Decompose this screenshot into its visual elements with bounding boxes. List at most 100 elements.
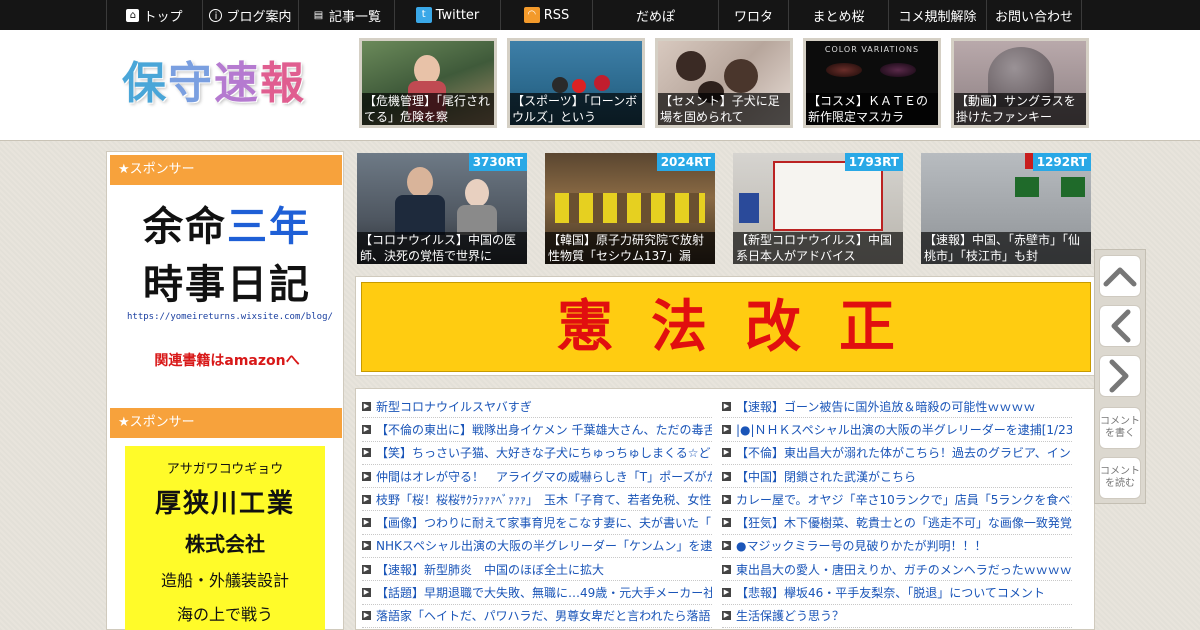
scroll-top-button[interactable]	[1099, 255, 1141, 297]
headline-link[interactable]: 【笑】ちっさい子猫、大好きな子犬にちゅっちゅしまくる☆どうぞ	[376, 444, 712, 461]
headline-row[interactable]: ▶ NHKスペシャル出演の大阪の半グレリーダー「ケンムン」を逮捕	[362, 535, 712, 559]
header-article-thumb[interactable]: 【セメント】子犬に足場を固められて	[655, 38, 793, 128]
next-article-button[interactable]	[1099, 355, 1141, 397]
nav-label: お問い合わせ	[994, 9, 1073, 25]
nav-damepo[interactable]: だめぽ	[592, 0, 718, 30]
headline-row[interactable]: ▶ 【速報】ゴーン被告に国外追放＆暗殺の可能性ｗｗｗｗ	[722, 395, 1072, 419]
headline-row[interactable]: ▶ 生活保護どう思う？	[722, 605, 1072, 628]
home-icon: ⌂	[126, 8, 140, 22]
banner-amazon-link[interactable]: 関連書籍はamazonへ	[127, 350, 327, 370]
headline-link[interactable]: 【中国】閉鎖された武漢がこちら	[736, 468, 916, 485]
headline-link[interactable]: 枝野「桜！桜桜ｻｸﾗｧｧｧﾍﾞｧｧｧ」 玉木「子育て、若者免税、女性	[376, 491, 711, 508]
header-article-thumb[interactable]: 【危機管理】「尾行されてる」危険を察	[359, 38, 497, 128]
headline-row[interactable]: ▶ 【画像】つわりに耐えて家事育児をこなす妻に、夫が書いた「ある	[362, 511, 712, 535]
headline-link[interactable]: 【画像】つわりに耐えて家事育児をこなす妻に、夫が書いた「ある	[376, 514, 712, 531]
headline-column-left: ▶ 新型コロナウイルスヤバすぎ ▶ 【不倫の東出に】戦隊出身イケメン 千葉雄大さん、た…	[362, 395, 712, 628]
article-caption: 【韓国】原子力研究院で放射性物質「セシウム137」漏	[545, 232, 715, 264]
twitter-icon: t	[415, 7, 432, 23]
sponsor-banner-yomei[interactable]: 余命三年 時事日記 https://yomeireturns.wixsite.c…	[127, 198, 333, 378]
nav-matome-sakura[interactable]: まとめ桜	[788, 0, 888, 30]
banner-frame: 憲法改正	[355, 276, 1095, 376]
company-name: 厚狭川工業	[154, 489, 295, 519]
arrow-right-icon: ▶	[362, 448, 371, 458]
arrow-right-icon: ▶	[722, 448, 731, 458]
headline-row[interactable]: ▶ 【悲報】欅坂46・平手友梨奈、「脱退」についてコメント	[722, 581, 1072, 605]
article-caption: 【危機管理】「尾行されてる」危険を察	[362, 93, 494, 125]
arrow-right-icon: ▶	[362, 471, 371, 481]
headline-link[interactable]: |●|ＮＨＫスペシャル出演の大阪の半グレリーダーを逮捕[1/23]	[736, 421, 1072, 438]
retweet-count-badge: 1793RT	[844, 153, 903, 171]
nav-twitter[interactable]: t Twitter	[394, 0, 500, 30]
headline-link[interactable]: 新型コロナウイルスヤバすぎ	[376, 398, 532, 415]
header-article-thumb[interactable]: COLOR VARIATIONS 【コスメ】ＫＡＴＥの新作限定マスカラ	[803, 38, 941, 128]
constitution-reform-banner[interactable]: 憲法改正	[361, 282, 1091, 372]
headline-link[interactable]: 【不倫の東出に】戦隊出身イケメン 千葉雄大さん、ただの毒舌	[376, 421, 712, 438]
headline-row[interactable]: ▶ ●マジックミラー号の見破りかたが判明！！！	[722, 535, 1072, 559]
chevron-right-icon	[1109, 359, 1129, 393]
headline-row[interactable]: ▶ 【不倫の東出に】戦隊出身イケメン 千葉雄大さん、ただの毒舌	[362, 418, 712, 442]
headline-link[interactable]: 落語家「ヘイトだ、パワハラだ、男尊女卑だと言われたら落語	[376, 607, 711, 624]
sponsor-banner-asagawa[interactable]: アサガワコウギョウ 厚狭川工業 株式会社 造船・外艤装設計 海の上で戦う	[125, 446, 325, 630]
headline-row[interactable]: ▶ 【狂気】木下優樹菜、乾貴士との「逃走不可」な画像一致発覚	[722, 511, 1072, 535]
site-logo[interactable]: 保守速報	[122, 56, 306, 112]
header-article-thumb[interactable]: 【スポーツ】「ローンボウルズ」という	[507, 38, 645, 128]
nav-comment-unlock[interactable]: コメ規制解除	[888, 0, 986, 30]
headline-link[interactable]: 【話題】早期退職で大失敗、無職に…49歳・元大手メーカー社員	[376, 584, 712, 601]
nav-label: Twitter	[435, 7, 480, 23]
nav-blog-info[interactable]: i ブログ案内	[202, 0, 298, 30]
nav-warota[interactable]: ワロタ	[718, 0, 788, 30]
headline-link[interactable]: 【速報】新型肺炎 中国のほぼ全土に拡大	[376, 561, 604, 578]
arrow-right-icon: ▶	[722, 494, 731, 504]
headline-row[interactable]: ▶ カレー屋で。オヤジ「辛さ10ランクで」店員「5ランクを食べたことが	[722, 488, 1072, 512]
arrow-right-icon: ▶	[362, 424, 371, 434]
write-comment-button[interactable]: コメントを書く	[1099, 407, 1141, 449]
headline-row[interactable]: ▶ 枝野「桜！桜桜ｻｸﾗｧｧｧﾍﾞｧｧｧ」 玉木「子育て、若者免税、女性	[362, 488, 712, 512]
headline-link[interactable]: 【悲報】欅坂46・平手友梨奈、「脱退」についてコメント	[736, 584, 1045, 601]
header-article-thumb[interactable]: 【動画】サングラスを掛けたファンキー	[951, 38, 1089, 128]
arrow-right-icon: ▶	[362, 518, 371, 528]
nav-label: だめぽ	[635, 9, 675, 25]
previous-article-button[interactable]	[1099, 305, 1141, 347]
headline-link[interactable]: カレー屋で。オヤジ「辛さ10ランクで」店員「5ランクを食べたことが	[736, 491, 1072, 508]
headline-row[interactable]: ▶ 東出昌大の愛人・唐田えりか、ガチのメンヘラだったｗｗｗｗｗ	[722, 558, 1072, 582]
headline-link[interactable]: 生活保護どう思う？	[736, 607, 844, 624]
nav-contact[interactable]: お問い合わせ	[986, 0, 1082, 30]
arrow-right-icon: ▶	[362, 541, 371, 551]
retweet-count-badge: 3730RT	[468, 153, 527, 171]
banner-url: https://yomeireturns.wixsite.com/blog/	[127, 312, 333, 322]
headline-link[interactable]: 東出昌大の愛人・唐田えりか、ガチのメンヘラだったｗｗｗｗｗ	[736, 561, 1072, 578]
ranked-article-thumb[interactable]: 3730RT 【コロナウイルス】中国の医師、決死の覚悟で世界に	[357, 153, 527, 264]
ranked-article-thumb[interactable]: 1793RT 【新型コロナウイルス】中国系日本人がアドバイス	[733, 153, 903, 264]
arrow-right-icon: ▶	[362, 564, 371, 574]
ranked-article-thumb[interactable]: 1292RT 【速報】中国、「赤壁市」「仙桃市」「枝江市」も封	[921, 153, 1091, 264]
headline-row[interactable]: ▶ 新型コロナウイルスヤバすぎ	[362, 395, 712, 419]
nav-label: ブログ案内	[226, 9, 292, 25]
headline-link[interactable]: 【狂気】木下優樹菜、乾貴士との「逃走不可」な画像一致発覚	[736, 514, 1072, 531]
company-slogan: 海の上で戦う	[176, 605, 273, 624]
banner-title-line1: 余命三年	[143, 204, 311, 250]
nav-article-list[interactable]: ▤ 記事一覧	[298, 0, 394, 30]
headline-row[interactable]: ▶ 【中国】閉鎖された武漢がこちら	[722, 465, 1072, 489]
headline-row[interactable]: ▶ 【話題】早期退職で大失敗、無職に…49歳・元大手メーカー社員	[362, 581, 712, 605]
headline-link[interactable]: 【不倫】東出昌大が溺れた体がこちら！過去のグラビア、インタビュー	[736, 444, 1072, 461]
article-caption: 【セメント】子犬に足場を固められて	[658, 93, 790, 125]
headline-link[interactable]: 【速報】ゴーン被告に国外追放＆暗殺の可能性ｗｗｗｗ	[736, 398, 1035, 415]
headline-row[interactable]: ▶ 【速報】新型肺炎 中国のほぼ全土に拡大	[362, 558, 712, 582]
headline-link[interactable]: ●マジックミラー号の見破りかたが判明！！！	[736, 537, 986, 554]
read-comments-button[interactable]: コメントを読む	[1099, 457, 1141, 499]
headline-row[interactable]: ▶ 【不倫】東出昌大が溺れた体がこちら！過去のグラビア、インタビュー	[722, 442, 1072, 465]
nav-label: RSS	[543, 7, 570, 23]
company-type: 株式会社	[185, 532, 265, 556]
headline-link[interactable]: 仲間はオレが守る！ アライグマの威嚇らしき「T」ポーズがかわいい	[376, 468, 712, 485]
nav-rss[interactable]: ◠ RSS	[500, 0, 592, 30]
sidebar: ★スポンサー 余命三年 時事日記 https://yomeireturns.wi…	[106, 151, 344, 630]
ranked-article-thumb[interactable]: 2024RT 【韓国】原子力研究院で放射性物質「セシウム137」漏	[545, 153, 715, 264]
headline-row[interactable]: ▶ 仲間はオレが守る！ アライグマの威嚇らしき「T」ポーズがかわいい	[362, 465, 712, 489]
nav-top[interactable]: ⌂ トップ	[106, 0, 202, 30]
headline-link[interactable]: NHKスペシャル出演の大阪の半グレリーダー「ケンムン」を逮捕	[376, 537, 712, 554]
nav-label: まとめ桜	[812, 9, 865, 25]
headline-row[interactable]: ▶ |●|ＮＨＫスペシャル出演の大阪の半グレリーダーを逮捕[1/23]	[722, 418, 1072, 442]
arrow-right-icon: ▶	[362, 494, 371, 504]
headline-row[interactable]: ▶ 【笑】ちっさい子猫、大好きな子犬にちゅっちゅしまくる☆どうぞ	[362, 442, 712, 465]
headline-row[interactable]: ▶ 落語家「ヘイトだ、パワハラだ、男尊女卑だと言われたら落語	[362, 605, 712, 628]
